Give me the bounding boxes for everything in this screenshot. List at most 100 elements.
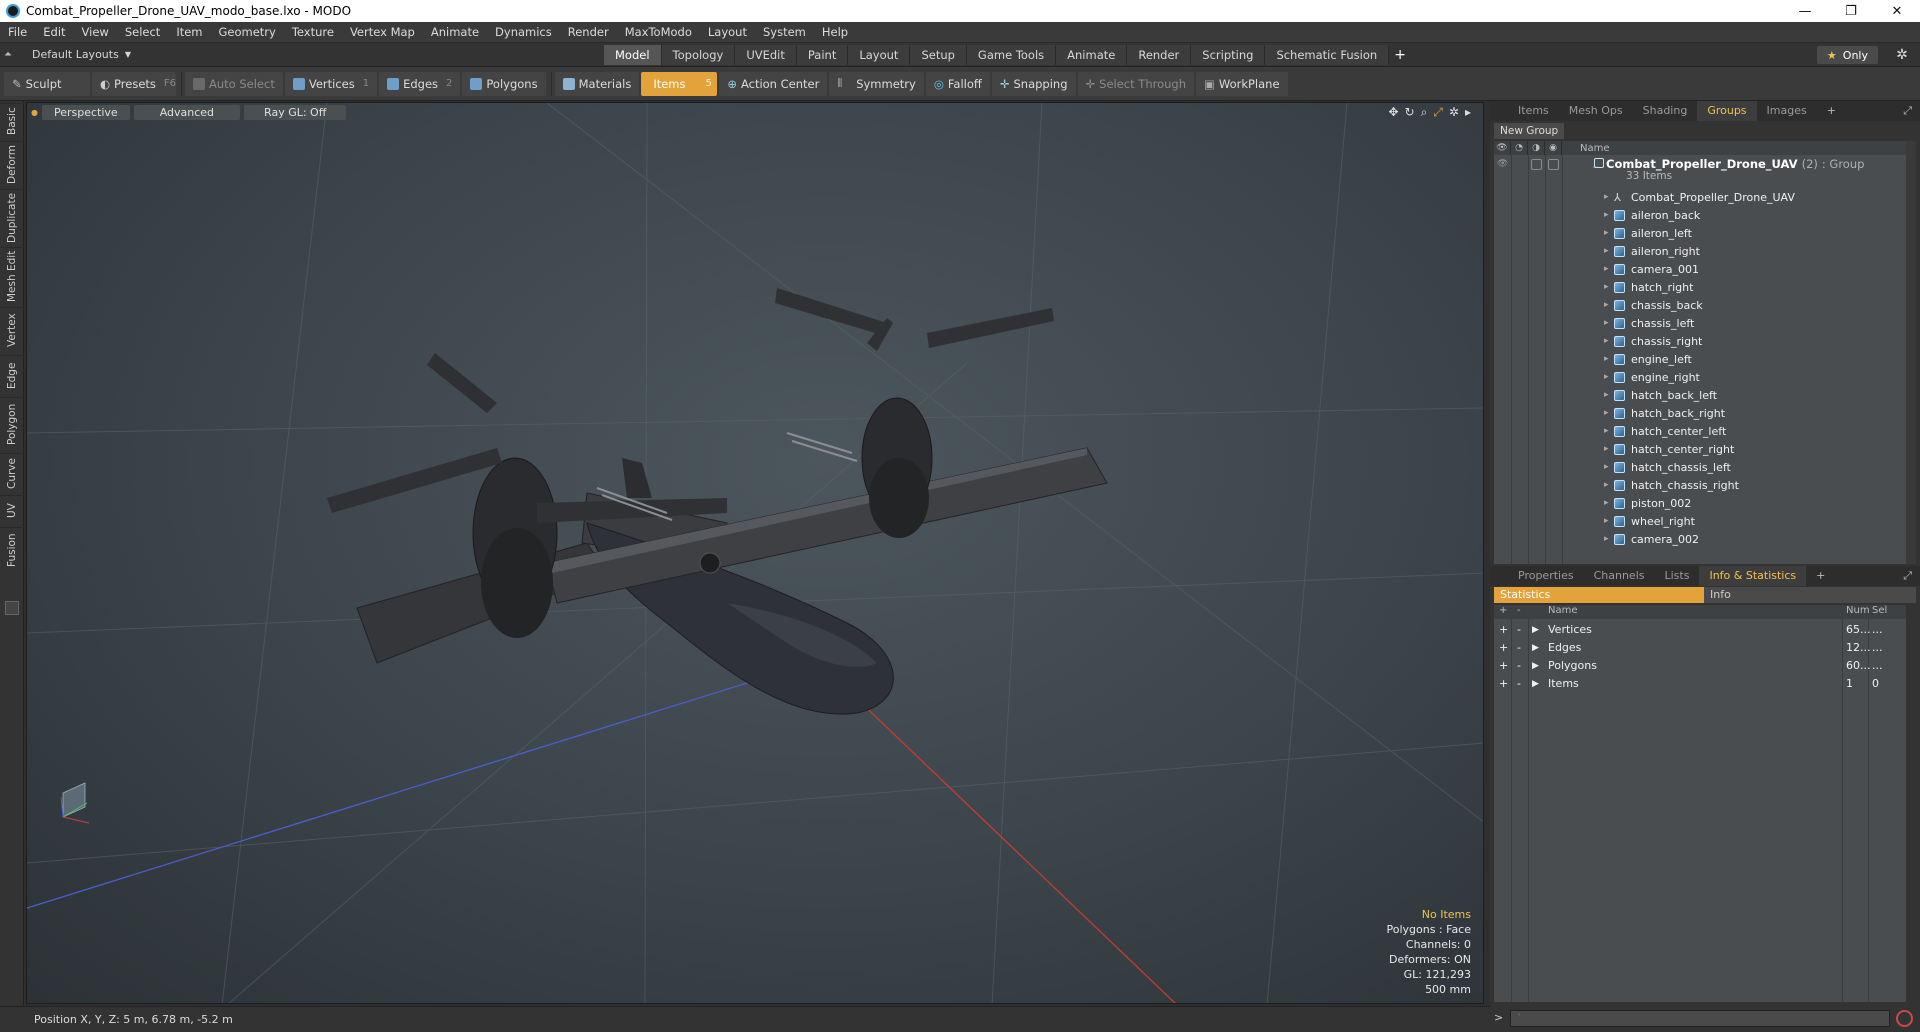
- list-item[interactable]: ▸ chassis_back: [1494, 297, 1906, 315]
- sculpt-button[interactable]: ✎ Sculpt: [4, 71, 90, 96]
- left-tabs-toggle-button[interactable]: [5, 601, 19, 615]
- workplane-button[interactable]: ▣ WorkPlane: [1196, 71, 1288, 96]
- menu-geometry[interactable]: Geometry: [211, 25, 284, 39]
- list-item[interactable]: ▸ chassis_left: [1494, 315, 1906, 333]
- render-column-icon[interactable]: ◔: [1511, 141, 1528, 155]
- layout-collapse-icon[interactable]: ⏶: [4, 49, 12, 60]
- expand-icon[interactable]: ▸: [1604, 228, 1609, 238]
- expand-icon[interactable]: ▸: [1604, 210, 1609, 220]
- edges-button[interactable]: Edges 2: [379, 71, 461, 96]
- add-panel-tab-icon[interactable]: +: [1806, 566, 1835, 586]
- expand-icon[interactable]: ▸: [1604, 354, 1609, 364]
- command-history-icon[interactable]: [1896, 1010, 1913, 1027]
- new-group-button[interactable]: New Group: [1494, 123, 1565, 139]
- expand-icon[interactable]: ▶: [1532, 661, 1539, 671]
- list-item[interactable]: ▸ engine_right: [1494, 369, 1906, 387]
- add-icon[interactable]: +: [1499, 623, 1508, 636]
- menu-view[interactable]: View: [74, 25, 117, 39]
- vtab-deform[interactable]: Deform: [0, 141, 24, 187]
- list-item[interactable]: ▸ hatch_back_left: [1494, 387, 1906, 405]
- add-all-icon[interactable]: +: [1499, 605, 1507, 616]
- list-item[interactable]: ▸ hatch_chassis_left: [1494, 459, 1906, 477]
- menu-edit[interactable]: Edit: [35, 25, 73, 39]
- action-center-button[interactable]: ⊕ Action Center: [719, 71, 828, 96]
- list-item[interactable]: ▸ ⅄ Combat_Propeller_Drone_UAV: [1494, 189, 1906, 207]
- tab-info-statistics[interactable]: Info & Statistics: [1699, 566, 1807, 586]
- menu-animate[interactable]: Animate: [423, 25, 487, 39]
- fit-icon[interactable]: ⤢: [1433, 105, 1443, 120]
- symmetry-button[interactable]: ⫴ Symmetry: [829, 71, 924, 96]
- panel-expand-icon[interactable]: ⤢: [1903, 104, 1912, 118]
- sel-column-header[interactable]: Sel: [1872, 605, 1887, 616]
- table-row[interactable]: + - ▶ Polygons 60... ...: [1494, 657, 1906, 675]
- perspective-button[interactable]: Perspective: [41, 104, 130, 120]
- rotate-icon[interactable]: ↻: [1405, 105, 1415, 120]
- maximize-button[interactable]: ❐: [1828, 0, 1874, 22]
- falloff-button[interactable]: ◎ Falloff: [925, 71, 990, 96]
- expand-icon[interactable]: ▸: [1604, 372, 1609, 382]
- visibility-column-icon[interactable]: 👁: [1494, 141, 1511, 155]
- menu-render[interactable]: Render: [560, 25, 617, 39]
- expand-icon[interactable]: ▸: [1604, 336, 1609, 346]
- vtab-uv[interactable]: UV: [0, 495, 24, 525]
- list-item[interactable]: ▸ camera_001: [1494, 261, 1906, 279]
- list-item[interactable]: ▸ piston_002: [1494, 495, 1906, 513]
- list-item[interactable]: ▸ aileron_right: [1494, 243, 1906, 261]
- advanced-button[interactable]: Advanced: [133, 104, 241, 120]
- menu-item[interactable]: Item: [168, 25, 210, 39]
- expand-icon[interactable]: ▸: [1604, 192, 1609, 202]
- list-item[interactable]: ▸ engine_left: [1494, 351, 1906, 369]
- list-item[interactable]: ▸ aileron_left: [1494, 225, 1906, 243]
- remove-icon[interactable]: -: [1517, 677, 1521, 690]
- table-row[interactable]: + - ▶ Vertices 65... ...: [1494, 621, 1906, 639]
- pan-icon[interactable]: ✥: [1388, 105, 1398, 120]
- vtab-basic[interactable]: Basic: [0, 103, 24, 139]
- list-item[interactable]: ▸ aileron_back: [1494, 207, 1906, 225]
- vtab-polygon[interactable]: Polygon: [0, 397, 24, 451]
- tab-topology[interactable]: Topology: [661, 45, 736, 65]
- lock-column-icon[interactable]: ◑: [1528, 141, 1545, 155]
- layout-menu[interactable]: ⏶ Default Layouts ▼: [4, 48, 131, 61]
- table-row[interactable]: + - ▶ Edges 12... ...: [1494, 639, 1906, 657]
- add-icon[interactable]: +: [1499, 677, 1508, 690]
- tab-shading[interactable]: Shading: [1633, 101, 1698, 121]
- remove-all-icon[interactable]: -: [1517, 605, 1521, 616]
- panel-expand-icon[interactable]: ⤢: [1903, 569, 1912, 583]
- list-item[interactable]: ▸ hatch_chassis_right: [1494, 477, 1906, 495]
- add-tab-icon[interactable]: +: [1389, 45, 1411, 65]
- list-item[interactable]: ▸ wheel_right: [1494, 513, 1906, 531]
- tab-statistics[interactable]: Statistics: [1494, 587, 1704, 603]
- group-root-row[interactable]: 👁 − Combat_Propeller_Drone_UAV (2) : Gro…: [1494, 157, 1906, 183]
- snapping-button[interactable]: ✛ Snapping: [991, 71, 1076, 96]
- add-panel-tab-icon[interactable]: +: [1817, 101, 1846, 121]
- expand-icon[interactable]: ▸: [1604, 390, 1609, 400]
- presets-button[interactable]: ◐ Presets F6: [92, 71, 176, 96]
- raygl-button[interactable]: Ray GL: Off: [244, 104, 347, 120]
- expand-icon[interactable]: ▸: [1604, 282, 1609, 292]
- tab-setup[interactable]: Setup: [910, 45, 967, 65]
- menu-maxtomodo[interactable]: MaxToModo: [617, 25, 700, 39]
- items-button[interactable]: Items 5: [641, 71, 718, 96]
- zoom-icon[interactable]: ⌕: [1421, 105, 1428, 120]
- tab-images[interactable]: Images: [1757, 101, 1817, 121]
- viewport-settings-icon[interactable]: ✲: [1449, 105, 1459, 120]
- menu-help[interactable]: Help: [814, 25, 856, 39]
- expand-icon[interactable]: ▸: [1604, 246, 1609, 256]
- command-input[interactable]: [1510, 1010, 1890, 1027]
- expand-icon[interactable]: ▸: [1604, 426, 1609, 436]
- select-column-icon[interactable]: ◉: [1545, 141, 1562, 155]
- tab-uvedit[interactable]: UVEdit: [735, 45, 797, 65]
- menu-layout[interactable]: Layout: [700, 25, 755, 39]
- expand-icon[interactable]: ▸: [1604, 408, 1609, 418]
- tab-animate[interactable]: Animate: [1056, 45, 1128, 65]
- add-icon[interactable]: +: [1499, 641, 1508, 654]
- select-through-button[interactable]: ✛ Select Through: [1077, 71, 1194, 96]
- vtab-duplicate[interactable]: Duplicate: [0, 189, 24, 245]
- vtab-fusion[interactable]: Fusion: [0, 527, 24, 573]
- root-select-toggle[interactable]: [1548, 159, 1559, 170]
- expand-icon[interactable]: ▸: [1604, 318, 1609, 328]
- expand-icon[interactable]: ▸: [1604, 444, 1609, 454]
- num-column-header[interactable]: Num: [1846, 605, 1870, 616]
- tab-schematic-fusion[interactable]: Schematic Fusion: [1265, 45, 1390, 65]
- tab-model[interactable]: Model: [604, 45, 662, 65]
